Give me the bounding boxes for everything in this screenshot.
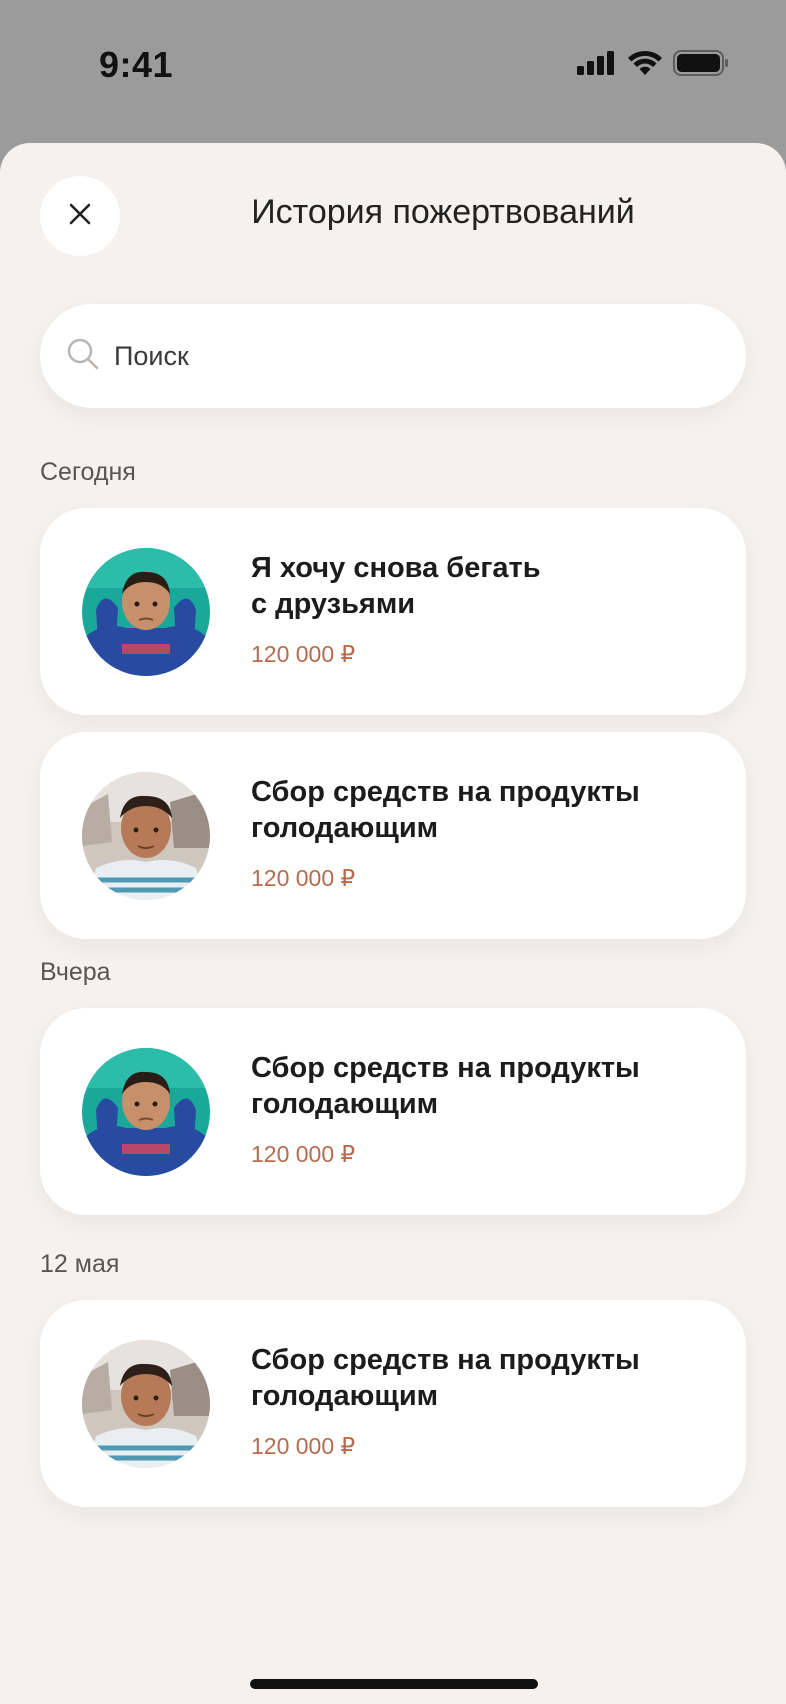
section-label-may-12: 12 мая bbox=[40, 1250, 120, 1278]
donation-history-sheet: История пожертвований Сегодня bbox=[0, 143, 786, 1704]
avatar bbox=[82, 548, 210, 676]
wifi-icon bbox=[627, 50, 663, 81]
donation-amount: 120 000 ₽ bbox=[251, 1433, 356, 1459]
close-icon bbox=[68, 202, 92, 231]
donation-title: Сбор средств на продукты голодающим bbox=[251, 776, 640, 844]
section-label-yesterday: Вчера bbox=[40, 958, 111, 986]
avatar bbox=[82, 772, 210, 900]
donation-card[interactable]: Сбор средств на продукты голодающим 120 … bbox=[40, 1008, 746, 1215]
donation-amount: 120 000 ₽ bbox=[251, 1141, 356, 1167]
donation-card[interactable]: Сбор средств на продукты голодающим 120 … bbox=[40, 732, 746, 939]
donation-title: Я хочу снова бегать с друзьями bbox=[251, 552, 541, 620]
donation-card[interactable]: Я хочу снова бегать с друзьями 120 000 ₽ bbox=[40, 508, 746, 715]
donation-amount: 120 000 ₽ bbox=[251, 865, 356, 891]
battery-icon bbox=[673, 50, 729, 81]
donation-title: Сбор средств на продукты голодающим bbox=[251, 1344, 640, 1412]
search-icon bbox=[66, 337, 100, 376]
donation-amount: 120 000 ₽ bbox=[251, 641, 356, 667]
avatar bbox=[82, 1340, 210, 1468]
donation-title: Сбор средств на продукты голодающим bbox=[251, 1052, 640, 1120]
search-input[interactable] bbox=[114, 340, 674, 372]
search-bar[interactable] bbox=[40, 304, 746, 408]
avatar bbox=[82, 1048, 210, 1176]
page-title: История пожертвований bbox=[251, 193, 635, 231]
section-label-today: Сегодня bbox=[40, 458, 136, 486]
donation-card[interactable]: Сбор средств на продукты голодающим 120 … bbox=[40, 1300, 746, 1507]
close-button[interactable] bbox=[40, 176, 120, 256]
status-bar: 9:41 bbox=[0, 0, 786, 140]
status-icons bbox=[577, 50, 729, 81]
home-indicator[interactable] bbox=[250, 1679, 538, 1689]
signal-icon bbox=[577, 51, 617, 80]
status-time: 9:41 bbox=[99, 44, 174, 85]
